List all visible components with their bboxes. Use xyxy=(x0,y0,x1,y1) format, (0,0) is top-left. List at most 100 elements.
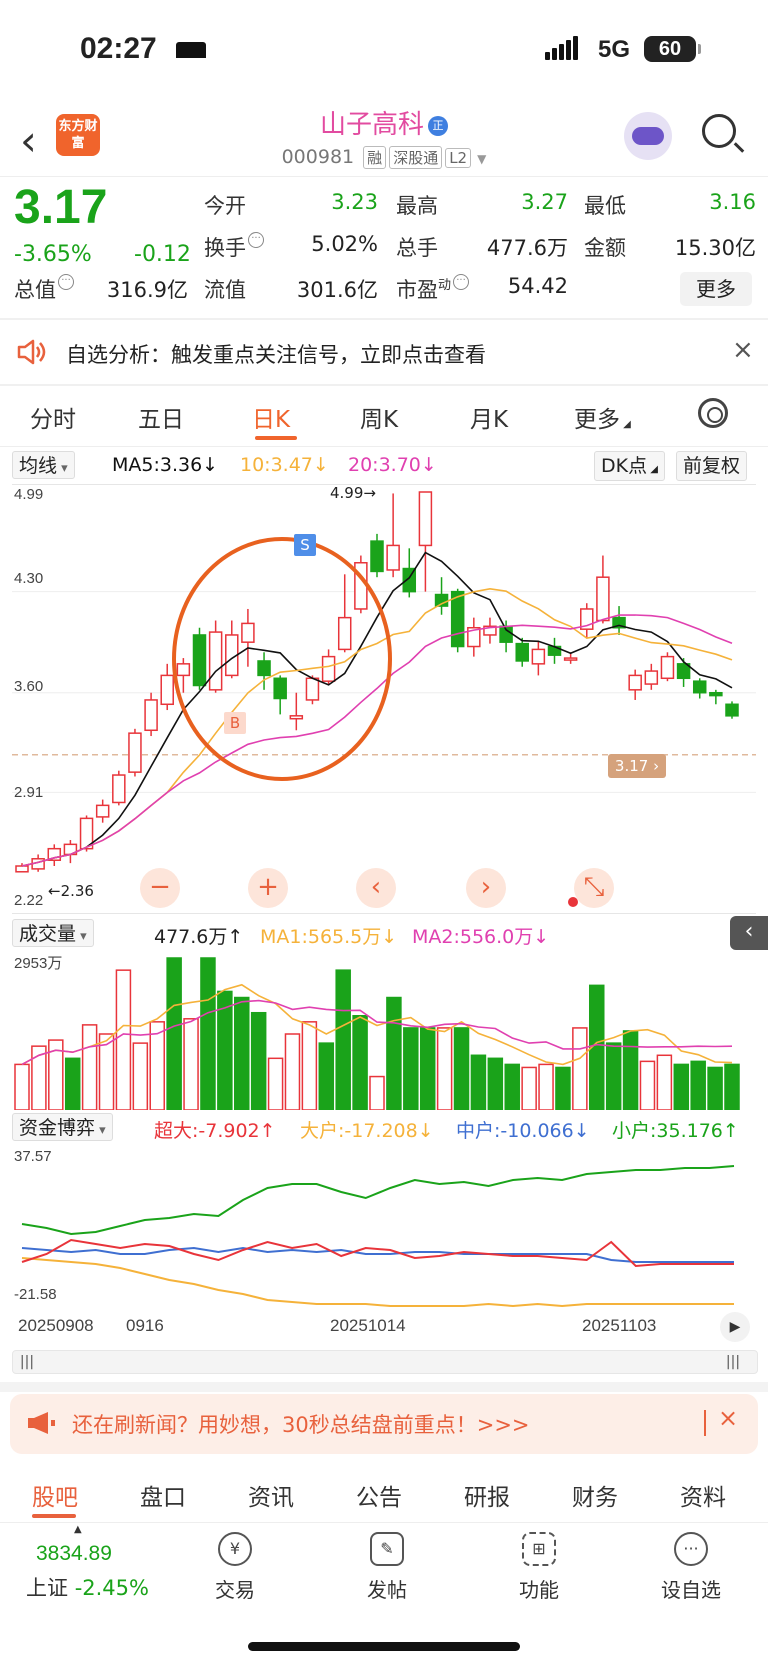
section-gap xyxy=(0,1382,768,1392)
signal-icon xyxy=(545,36,580,60)
nav-post[interactable]: 发帖 xyxy=(342,1574,432,1603)
fund-flow-chart[interactable] xyxy=(0,1144,768,1312)
index-label[interactable]: 上证 -2.45% xyxy=(26,1572,149,1602)
gear-icon[interactable] xyxy=(698,398,728,428)
fund-y-min: -21.58 xyxy=(14,1286,57,1303)
info-icon: ··· xyxy=(248,232,264,248)
tab-news[interactable]: 资讯 xyxy=(248,1478,294,1512)
tab-more[interactable]: 更多 ◢ xyxy=(574,400,631,434)
megaphone-icon xyxy=(28,1412,55,1434)
x-label: 20251103 xyxy=(582,1316,657,1335)
close-icon[interactable]: × xyxy=(718,1404,738,1432)
chevron-left-icon[interactable]: ‹ xyxy=(730,916,768,950)
tab-profile[interactable]: 资料 xyxy=(680,1478,726,1512)
zoom-out-button[interactable]: − xyxy=(140,868,180,908)
tab-finance[interactable]: 财务 xyxy=(572,1478,618,1512)
tag-margin: 融 xyxy=(363,146,387,169)
fund-large-line xyxy=(21,1257,734,1308)
turnover-label[interactable]: 换手 ··· xyxy=(204,232,264,262)
sell-signal-badge[interactable]: S xyxy=(294,534,316,556)
tab-forum[interactable]: 股吧 xyxy=(32,1478,78,1512)
fund-y-max: 37.57 xyxy=(14,1148,52,1165)
trade-icon[interactable]: ¥ xyxy=(218,1532,252,1566)
volume-dropdown[interactable]: 成交量 xyxy=(12,919,94,947)
volume-chart[interactable] xyxy=(0,950,768,1110)
volume-bar xyxy=(81,1024,98,1110)
x-label: 20251014 xyxy=(330,1316,406,1335)
assistant-avatar-icon[interactable] xyxy=(624,112,672,160)
nav-functions[interactable]: 功能 xyxy=(494,1574,584,1603)
close-icon[interactable]: × xyxy=(732,335,754,365)
candlestick xyxy=(596,576,610,622)
kline-chart[interactable] xyxy=(0,484,768,914)
candlestick xyxy=(644,670,659,685)
volume-bar xyxy=(369,1075,385,1110)
fund-small: 小户:35.176↑ xyxy=(612,1120,739,1142)
chart-scrollbar[interactable] xyxy=(12,1350,758,1374)
candlestick xyxy=(337,616,352,651)
more-icon[interactable]: ··· xyxy=(674,1532,708,1566)
fund-dropdown[interactable]: 资金博弈 xyxy=(12,1113,113,1141)
change-percent: -3.65% xyxy=(14,242,92,267)
scroll-grip-left-icon[interactable]: ||| xyxy=(14,1352,40,1372)
x-label: 0916 xyxy=(126,1316,164,1335)
volume-bar xyxy=(335,969,351,1110)
candlestick xyxy=(725,703,739,717)
indicator-dropdown[interactable]: 均线 xyxy=(12,451,75,479)
index-value[interactable]: 3834.89 xyxy=(36,1542,112,1566)
volume-bar xyxy=(605,1042,622,1110)
open-label: 今开 xyxy=(204,194,246,218)
tab-monthly-k[interactable]: 月K xyxy=(470,400,508,434)
tab-intraday[interactable]: 分时 xyxy=(30,400,76,434)
volume-bar xyxy=(183,1018,199,1110)
pe-label[interactable]: 市盈动 ··· xyxy=(396,274,470,304)
candlestick xyxy=(386,544,400,571)
annotation-circle xyxy=(172,537,392,781)
tab-daily-k[interactable]: 日K xyxy=(252,400,290,434)
mktcap-label[interactable]: 总值 ··· xyxy=(14,274,74,304)
pan-left-button[interactable]: ‹ xyxy=(356,868,396,908)
volume-bar xyxy=(200,957,216,1110)
fund-medium: 中户:-10.066↓ xyxy=(456,1120,590,1142)
promo-text[interactable]: 还在刷新闻？用妙想，30秒总结盘前重点！>>> xyxy=(72,1409,530,1439)
candlestick xyxy=(531,648,546,665)
active-tab-indicator xyxy=(255,436,297,440)
scroll-grip-right-icon[interactable]: ||| xyxy=(720,1352,746,1372)
zoom-in-button[interactable]: + xyxy=(248,868,288,908)
volume-bar xyxy=(436,1027,453,1110)
candlestick xyxy=(709,691,723,697)
divider xyxy=(0,176,768,177)
tab-research[interactable]: 研报 xyxy=(464,1478,510,1512)
adjust-button[interactable]: 前复权 xyxy=(676,451,748,481)
play-icon[interactable]: ▶ xyxy=(720,1312,750,1342)
candlestick xyxy=(192,634,207,687)
candlestick xyxy=(128,732,142,773)
candlestick xyxy=(273,677,287,700)
dk-point-button[interactable]: DK点 ◢ xyxy=(594,451,665,481)
volume-bar xyxy=(352,1015,368,1110)
fund-large: 大户:-17.208↓ xyxy=(300,1120,434,1142)
buy-signal-badge[interactable]: B xyxy=(224,712,246,734)
tab-order-book[interactable]: 盘口 xyxy=(140,1478,186,1512)
network-type: 5G xyxy=(598,36,631,63)
apps-icon[interactable]: ⊞ xyxy=(522,1532,556,1566)
volume-bar xyxy=(267,1057,284,1110)
volume-label: 总手 xyxy=(396,236,438,260)
tab-announcements[interactable]: 公告 xyxy=(356,1478,402,1512)
nav-add-watchlist[interactable]: 设自选 xyxy=(646,1574,736,1603)
fullscreen-button[interactable]: ⤡ xyxy=(574,868,614,908)
tab-weekly-k[interactable]: 周K xyxy=(360,400,398,434)
post-icon[interactable]: ✎ xyxy=(370,1532,404,1566)
float-label: 流值 xyxy=(204,278,246,302)
current-price-tag[interactable]: 3.17 › xyxy=(608,754,666,778)
volume-bar xyxy=(132,1042,149,1110)
notice-text[interactable]: 自选分析：触发重点关注信号，立即点击查看 xyxy=(66,339,486,369)
y-label: 4.30 xyxy=(14,570,44,587)
name-badge: 正 xyxy=(428,115,448,136)
tab-5day[interactable]: 五日 xyxy=(138,400,184,434)
divider xyxy=(0,446,768,447)
pan-right-button[interactable]: › xyxy=(466,868,506,908)
more-button[interactable]: 更多 xyxy=(680,272,752,306)
nav-trade[interactable]: 交易 xyxy=(190,1574,280,1603)
search-icon[interactable] xyxy=(702,114,736,148)
